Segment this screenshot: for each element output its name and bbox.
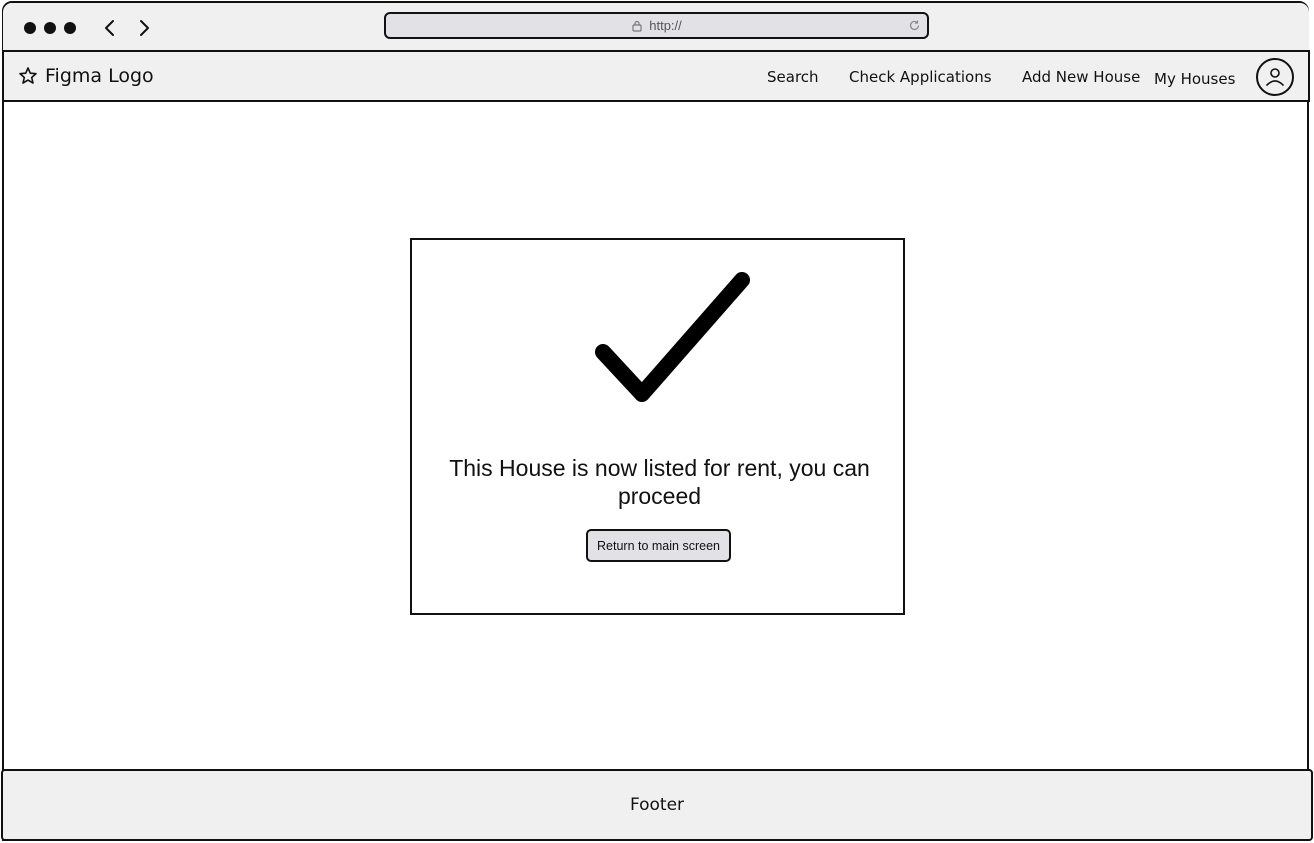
checkmark-icon (595, 272, 750, 402)
confirmation-card: This House is now listed for rent, you c… (410, 238, 905, 615)
nav-link-search[interactable]: Search (767, 68, 819, 86)
brand-logo[interactable]: Figma Logo (18, 65, 154, 87)
confirmation-message: This House is now listed for rent, you c… (449, 455, 870, 509)
user-icon (1266, 68, 1284, 86)
url-text: http:// (649, 18, 682, 33)
chevron-left-icon[interactable] (100, 17, 120, 39)
window-controls (24, 22, 76, 34)
brand-label: Figma Logo (45, 65, 154, 87)
lock-icon (632, 20, 642, 32)
nav-link-add-new-house[interactable]: Add New House (1022, 68, 1140, 86)
nav-link-check-applications[interactable]: Check Applications (849, 68, 992, 86)
nav-link-my-houses[interactable]: My Houses (1154, 70, 1235, 88)
top-navbar: Figma Logo Search Check Applications Add… (2, 50, 1310, 102)
window-dot-icon[interactable] (64, 22, 76, 34)
page-footer: Footer (1, 769, 1313, 841)
profile-avatar[interactable] (1256, 58, 1294, 96)
star-icon (19, 67, 37, 84)
return-to-main-button[interactable]: Return to main screen (586, 529, 731, 562)
reload-icon[interactable] (908, 19, 921, 32)
footer-label: Footer (629, 795, 685, 815)
address-bar[interactable]: http:// (384, 12, 929, 39)
window-dot-icon[interactable] (24, 22, 36, 34)
window-dot-icon[interactable] (44, 22, 56, 34)
chevron-right-icon[interactable] (134, 17, 154, 39)
